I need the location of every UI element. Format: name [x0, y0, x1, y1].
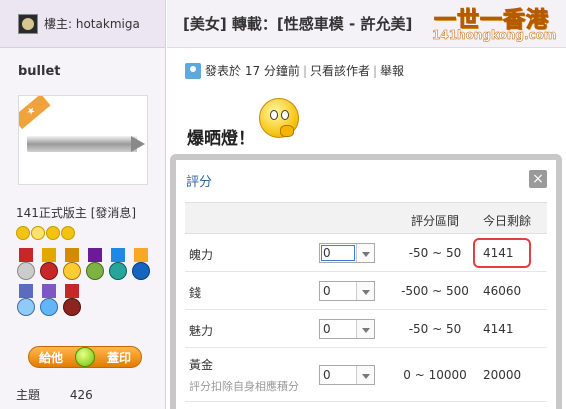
rank-text: 141正式版主: [16, 206, 87, 220]
stamp-ball-icon: [75, 347, 95, 367]
rating-row: 錢 0 -500 ~ 500 46060: [185, 272, 547, 310]
separator: |: [373, 63, 378, 78]
stat-row: 主題 426: [16, 386, 93, 403]
score-value[interactable]: 0: [320, 244, 356, 262]
medal-icon[interactable]: [16, 284, 36, 318]
score-select[interactable]: 0: [319, 281, 375, 301]
user-status-icon: [185, 62, 201, 79]
rating-table-header: 評分區間 今日剩餘: [185, 202, 547, 234]
stat-value[interactable]: 426: [70, 388, 93, 402]
site-logo-url: 141hongkong.com: [432, 28, 557, 43]
thinking-emoticon-icon: [259, 98, 299, 138]
author-avatar-icon: [18, 13, 38, 34]
rating-remaining: 20000: [483, 368, 522, 382]
author-bar: 樓主: hotakmiga: [0, 0, 165, 48]
rating-table: 評分區間 今日剩餘 魄力 0 -50 ~ 50 4141 錢 0 -500 ~ …: [185, 202, 547, 402]
medal-icon[interactable]: [62, 284, 82, 318]
dialog-title: 評分: [186, 174, 213, 190]
rating-name: 魅力: [189, 324, 214, 338]
dialog-header: 評分: [176, 160, 556, 200]
sun-icon: [16, 226, 30, 240]
medal-icon[interactable]: [39, 248, 59, 282]
avatar-ribbon: ★: [19, 96, 51, 130]
rating-row: 魅力 0 -50 ~ 50 4141: [185, 310, 547, 348]
score-select[interactable]: 0: [319, 365, 375, 385]
rating-note: 評分扣除自身相應積分: [189, 380, 299, 393]
post-meta: 發表於 17 分鐘前 | 只看該作者 | 舉報: [185, 62, 404, 79]
dropdown-arrow-icon[interactable]: [356, 320, 374, 338]
posted-time: 17 分鐘前: [244, 64, 300, 78]
give-stamp-button[interactable]: 給他 蓋印: [28, 346, 142, 368]
medal-icon[interactable]: [131, 248, 151, 282]
forum-page: 樓主: hotakmiga bullet ★ 141正式版主 [發消息] 給他 …: [0, 0, 566, 409]
post-body: 爆晒燈！: [187, 129, 255, 149]
header-remaining: 今日剩餘: [483, 214, 532, 228]
rank-line: 141正式版主 [發消息]: [16, 204, 136, 221]
star-icon: [46, 226, 60, 240]
rating-range: -50 ~ 50: [408, 246, 462, 260]
thread-title[interactable]: [美女] 轉載：[性感車模 - 許允美]: [183, 13, 412, 34]
author-sidebar: 樓主: hotakmiga bullet ★ 141正式版主 [發消息] 給他 …: [0, 0, 166, 409]
medal-icon[interactable]: [39, 284, 59, 318]
header-range: 評分區間: [410, 214, 459, 228]
bullet-tip: [131, 136, 145, 152]
username[interactable]: bullet: [18, 64, 61, 79]
score-value[interactable]: 0: [320, 320, 356, 338]
bullet-image: [27, 136, 137, 152]
score-select[interactable]: 0: [319, 319, 375, 339]
score-value[interactable]: 0: [320, 366, 356, 384]
rating-row: 黃金 評分扣除自身相應積分 0 0 ~ 10000 20000: [185, 348, 547, 402]
moon-icon: [31, 226, 45, 240]
avatar[interactable]: ★: [18, 95, 148, 185]
score-value[interactable]: 0: [320, 282, 356, 300]
send-message-link[interactable]: [發消息]: [91, 206, 136, 220]
medal-icon[interactable]: [85, 248, 105, 282]
give-button-left: 給他: [39, 350, 64, 365]
star-icon: [61, 226, 75, 240]
posted-prefix: 發表於: [205, 64, 242, 78]
stat-label: 主題: [16, 388, 41, 402]
medal-icon[interactable]: [16, 248, 36, 282]
rating-name: 黃金: [189, 358, 214, 372]
separator: |: [302, 63, 307, 78]
rating-name: 魄力: [189, 248, 214, 262]
medals: [16, 248, 156, 318]
site-logo[interactable]: 一世一香港 141hongkong.com: [416, 0, 566, 46]
author-label: 樓主: hotakmiga: [44, 17, 140, 31]
red-highlight-annotation: [473, 238, 531, 268]
close-button[interactable]: ×: [529, 170, 547, 188]
score-select[interactable]: 0: [319, 243, 375, 263]
report-link[interactable]: 舉報: [380, 62, 404, 79]
view-author-link[interactable]: 只看該作者: [310, 62, 370, 79]
medal-icon[interactable]: [108, 248, 128, 282]
dropdown-arrow-icon[interactable]: [356, 244, 374, 262]
dropdown-arrow-icon[interactable]: [356, 366, 374, 384]
medal-icon[interactable]: [62, 248, 82, 282]
rating-remaining: 46060: [483, 284, 522, 298]
rating-row: 魄力 0 -50 ~ 50 4141: [185, 234, 547, 272]
dropdown-arrow-icon[interactable]: [356, 282, 374, 300]
rating-name: 錢: [189, 286, 202, 300]
rating-range: -50 ~ 50: [408, 322, 462, 336]
give-button-right: 蓋印: [106, 350, 131, 365]
rating-dialog: 評分 × 評分區間 今日剩餘 魄力 0 -50 ~ 50 4141 錢 0 -5…: [170, 154, 562, 409]
rank-stars: [16, 226, 75, 240]
rating-range: 0 ~ 10000: [403, 368, 467, 382]
rating-range: -500 ~ 500: [401, 284, 469, 298]
rating-remaining: 4141: [483, 322, 514, 336]
